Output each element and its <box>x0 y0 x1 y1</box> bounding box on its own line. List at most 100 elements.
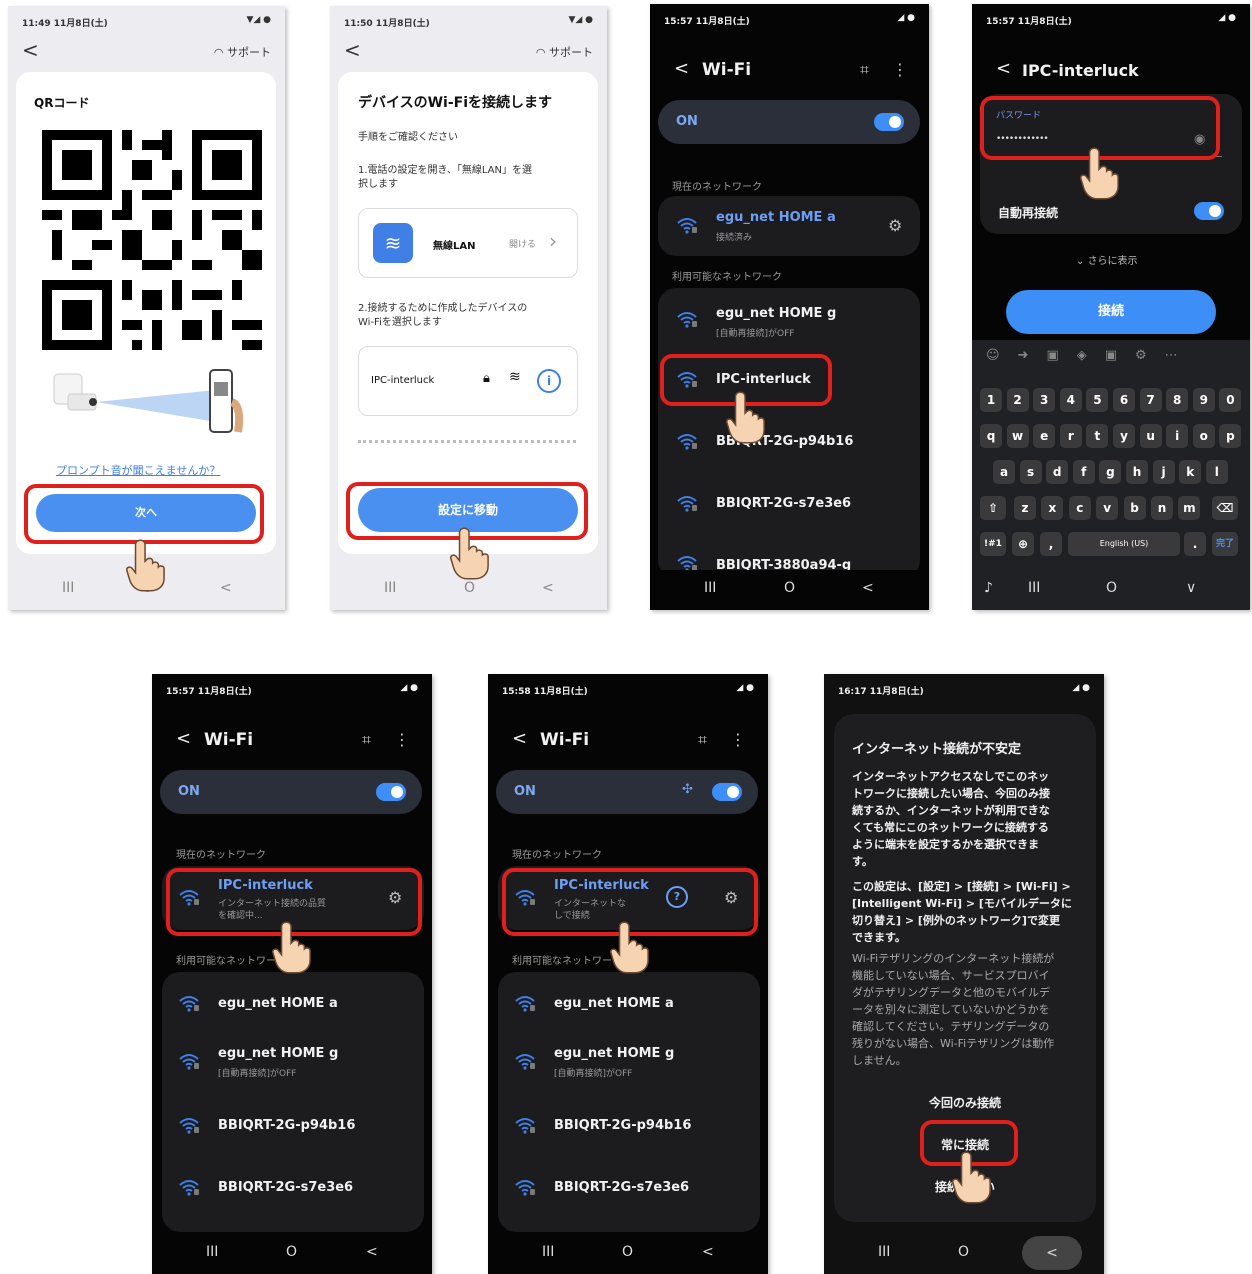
list-item[interactable]: egu_net HOME a <box>162 980 424 1028</box>
key-2[interactable]: 3 <box>1033 388 1056 412</box>
list-item[interactable]: BBIQRT-2G-s7e3e6 <box>658 480 920 528</box>
wifi-toggle-row[interactable]: ON ✣ <box>496 770 758 814</box>
scan-qr-icon[interactable]: ⌗ <box>698 730 707 750</box>
key-5[interactable]: y <box>1113 424 1135 448</box>
key-0[interactable]: z <box>1014 496 1036 520</box>
comma-key[interactable]: , <box>1040 532 1062 556</box>
recents-button[interactable]: III <box>206 1244 218 1260</box>
key-5[interactable]: 6 <box>1113 388 1135 412</box>
back-nav-button[interactable]: < <box>702 1244 714 1260</box>
key-2[interactable]: d <box>1046 460 1069 484</box>
list-item[interactable]: egu_net HOME a <box>498 980 760 1028</box>
back-button[interactable]: < <box>512 728 527 749</box>
network-row[interactable]: IPC-interluck 🔒︎ ≋ i <box>358 346 578 416</box>
current-network-card[interactable]: egu_net HOME a 接続済み ⚙ <box>658 196 920 256</box>
key-4[interactable]: t <box>1086 424 1109 448</box>
key-3[interactable]: f <box>1072 460 1095 484</box>
key-3[interactable]: v <box>1096 496 1119 520</box>
more-options-icon[interactable]: ⋮ <box>892 60 908 79</box>
key-6[interactable]: j <box>1152 460 1175 484</box>
symbols-key[interactable]: !#1 <box>980 532 1006 556</box>
key-7[interactable]: 8 <box>1166 388 1189 412</box>
key-6[interactable]: u <box>1139 424 1162 448</box>
recents-button[interactable]: III <box>542 1244 554 1260</box>
list-item[interactable]: egu_net HOME g [自動再接続]がOFF <box>498 1038 760 1086</box>
key-2[interactable]: c <box>1068 496 1091 520</box>
key-1[interactable]: w <box>1006 424 1029 448</box>
more-options-icon[interactable]: ⋮ <box>394 730 410 749</box>
back-nav-button[interactable]: < <box>220 580 232 596</box>
key-6[interactable]: m <box>1178 496 1201 520</box>
support-link[interactable]: ◠ サポート <box>536 44 593 60</box>
key-3[interactable]: 4 <box>1059 388 1082 412</box>
key-7[interactable]: i <box>1166 424 1189 448</box>
key-8[interactable]: o <box>1192 424 1215 448</box>
hide-keyboard-button[interactable]: ∨ <box>1186 580 1196 596</box>
key-6[interactable]: 7 <box>1139 388 1162 412</box>
list-item[interactable]: BBIQRT-2G-p94b16 <box>658 418 920 466</box>
key-4[interactable]: g <box>1099 460 1122 484</box>
space-key[interactable]: English (US) <box>1068 532 1180 556</box>
wifi-toggle-row[interactable]: ON <box>160 770 422 814</box>
back-button[interactable]: < <box>176 728 191 749</box>
key-8[interactable]: l <box>1205 460 1228 484</box>
back-button[interactable]: < <box>996 58 1011 79</box>
wifi-toggle-row[interactable]: ON <box>658 100 920 144</box>
back-button[interactable]: < <box>674 58 689 79</box>
connect-once-button[interactable]: 今回のみ接続 <box>834 1094 1096 1111</box>
list-item[interactable]: BBIQRT-2G-s7e3e6 <box>162 1164 424 1212</box>
gear-icon[interactable]: ⚙ <box>888 216 902 235</box>
list-item[interactable]: egu_net HOME g [自動再接続]がOFF <box>658 296 920 344</box>
recents-button[interactable]: III <box>704 580 716 596</box>
home-button[interactable]: O <box>958 1244 969 1260</box>
key-4[interactable]: b <box>1123 496 1146 520</box>
recents-button[interactable]: III <box>62 580 74 596</box>
back-nav-button[interactable]: < <box>542 580 554 596</box>
back-nav-button[interactable]: < <box>862 580 874 596</box>
prompt-sound-link[interactable]: プロンプト音が聞こえませんか？ <box>56 462 220 478</box>
backspace-key[interactable]: ⌫ <box>1212 496 1238 520</box>
period-key[interactable]: . <box>1184 532 1206 556</box>
auto-reconnect-toggle[interactable] <box>1194 202 1224 220</box>
list-item[interactable]: BBIQRT-2G-s7e3e6 <box>498 1164 760 1212</box>
show-more-link[interactable]: ⌄ さらに表示 <box>1076 252 1138 267</box>
scan-qr-icon[interactable]: ⌗ <box>860 60 869 80</box>
shift-key[interactable]: ⇧ <box>980 496 1006 520</box>
done-key[interactable]: 完了 <box>1212 532 1238 556</box>
wifi-toggle[interactable] <box>712 783 742 801</box>
wlan-row[interactable]: ≋ 無線LAN 開ける › <box>358 208 578 278</box>
support-link[interactable]: ◠ サポート <box>214 44 271 60</box>
more-options-icon[interactable]: ⋮ <box>730 730 746 749</box>
home-button[interactable]: O <box>286 1244 297 1260</box>
key-9[interactable]: 0 <box>1219 388 1242 412</box>
back-nav-button[interactable]: < <box>1022 1236 1082 1270</box>
key-4[interactable]: 5 <box>1086 388 1109 412</box>
mic-icon[interactable]: ♪ <box>984 580 993 596</box>
key-0[interactable]: q <box>980 424 1002 448</box>
key-5[interactable]: n <box>1151 496 1173 520</box>
back-button[interactable]: < <box>22 38 39 62</box>
globe-key[interactable]: ⊕ <box>1012 532 1034 556</box>
key-1[interactable]: s <box>1019 460 1042 484</box>
key-8[interactable]: 9 <box>1192 388 1215 412</box>
home-button[interactable]: O <box>784 580 795 596</box>
back-nav-button[interactable]: < <box>366 1244 378 1260</box>
key-5[interactable]: h <box>1126 460 1148 484</box>
key-9[interactable]: p <box>1219 424 1242 448</box>
scan-qr-icon[interactable]: ⌗ <box>362 730 371 750</box>
list-item[interactable]: BBIQRT-2G-p94b16 <box>498 1102 760 1150</box>
info-icon[interactable]: i <box>537 369 561 393</box>
key-0[interactable]: 1 <box>980 388 1002 412</box>
key-2[interactable]: e <box>1033 424 1056 448</box>
recents-button[interactable]: III <box>878 1244 890 1260</box>
back-button[interactable]: < <box>344 38 361 62</box>
key-3[interactable]: r <box>1059 424 1082 448</box>
wifi-toggle[interactable] <box>376 783 406 801</box>
home-button[interactable]: O <box>622 1244 633 1260</box>
connect-button[interactable]: 接続 <box>1006 290 1216 334</box>
home-button[interactable]: O <box>1106 580 1117 596</box>
list-item[interactable]: egu_net HOME g [自動再接続]がOFF <box>162 1038 424 1086</box>
recents-button[interactable]: III <box>1028 580 1040 596</box>
home-button[interactable]: O <box>464 580 475 596</box>
wifi-toggle[interactable] <box>874 113 904 131</box>
